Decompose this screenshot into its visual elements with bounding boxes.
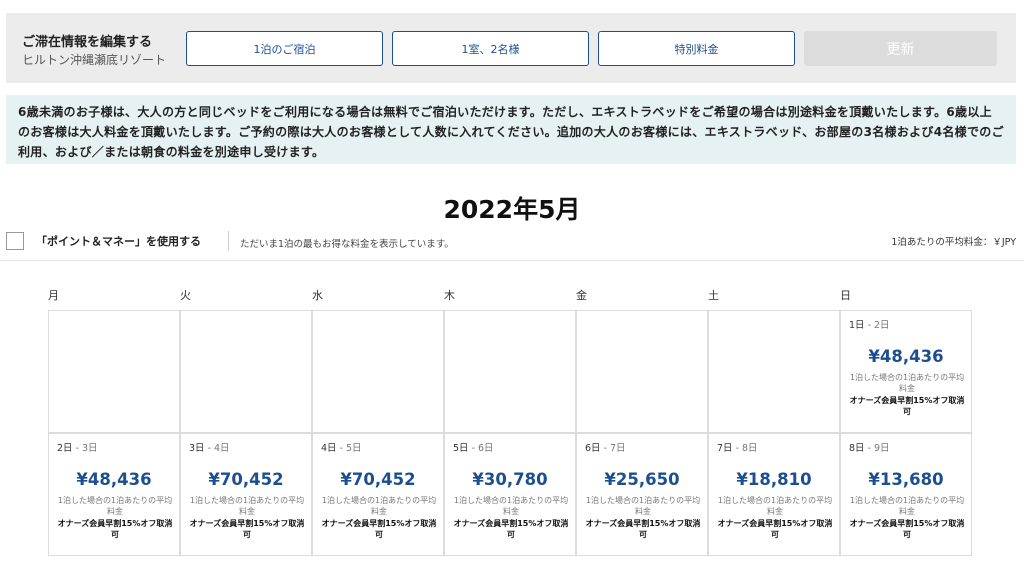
range-end-value: 4日 xyxy=(214,443,230,454)
rate-name: オナーズ会員早割15%オフ取消可 xyxy=(585,519,701,539)
date-range: 8日 - 9日 xyxy=(849,440,890,454)
date-range: 4日 - 5日 xyxy=(321,440,362,454)
date-range: 5日 - 6日 xyxy=(453,440,494,454)
day-cell-7[interactable]: 7日 - 8日 ¥18,810 1泊した場合の1泊あたりの平均料金 オナーズ会員… xyxy=(708,433,840,556)
price-note: 1泊した場合の1泊あたりの平均料金 xyxy=(57,496,173,516)
range-end-value: 5日 xyxy=(346,443,362,454)
day-cell-6[interactable]: 6日 - 7日 ¥25,650 1泊した場合の1泊あたりの平均料金 オナーズ会員… xyxy=(576,433,708,556)
price-note: 1泊した場合の1泊あたりの平均料金 xyxy=(453,496,569,516)
rate-name: オナーズ会員早割15%オフ取消可 xyxy=(189,519,305,539)
points-money-row: 「ポイント＆マネー」を使用する ただいま1泊の最もお得な料金を表示しています。 … xyxy=(0,229,1024,261)
range-end: - 6日 xyxy=(468,443,494,454)
range-end: - 5日 xyxy=(336,443,362,454)
range-end-value: 9日 xyxy=(874,443,890,454)
price-note: 1泊した場合の1泊あたりの平均料金 xyxy=(189,496,305,516)
price-note: 1泊した場合の1泊あたりの平均料金 xyxy=(849,496,965,516)
day-cell-5[interactable]: 5日 - 6日 ¥30,780 1泊した場合の1泊あたりの平均料金 オナーズ会員… xyxy=(444,433,576,556)
date-range: 2日 - 3日 xyxy=(57,440,98,454)
day-cell-4[interactable]: 4日 - 5日 ¥70,452 1泊した場合の1泊あたりの平均料金 オナーズ会員… xyxy=(312,433,444,556)
month-title: 2022年5月 xyxy=(443,195,581,224)
average-rate-note: 1泊あたりの平均料金：￥JPY xyxy=(891,237,1016,248)
empty-cell xyxy=(576,310,708,433)
range-start: 4日 xyxy=(321,443,337,454)
empty-cell xyxy=(48,310,180,433)
stay-edit-bar: ご滞在情報を編集する ヒルトン沖縄瀬底リゾート 1泊のご宿泊 1室、2名様 特別… xyxy=(6,13,1016,83)
range-start: 2日 xyxy=(57,443,73,454)
rooms-guests-button[interactable]: 1室、2名様 xyxy=(392,31,589,66)
edit-stay-title: ご滞在情報を編集する xyxy=(22,35,153,50)
rate-name: オナーズ会員早割15%オフ取消可 xyxy=(321,519,437,539)
divider xyxy=(228,231,229,251)
weekday-tue: 火 xyxy=(180,289,191,302)
range-start: 8日 xyxy=(849,443,865,454)
range-end-value: 6日 xyxy=(478,443,494,454)
lowest-rate-description: ただいま1泊の最もお得な料金を表示しています。 xyxy=(240,239,454,250)
empty-cell xyxy=(708,310,840,433)
hotel-name: ヒルトン沖縄瀬底リゾート xyxy=(22,53,167,67)
date-range: 1日 - 2日 xyxy=(849,317,890,331)
child-policy-notice: 6歳未満のお子様は、大人の方と同じベッドをご利用になる場合は無料でご宿泊いただけ… xyxy=(6,95,1016,164)
date-range: 7日 - 8日 xyxy=(717,440,758,454)
points-money-label[interactable]: 「ポイント＆マネー」を使用する xyxy=(36,233,201,249)
points-money-checkbox[interactable] xyxy=(6,232,24,250)
special-rate-button[interactable]: 特別料金 xyxy=(598,31,795,66)
rate-name: オナーズ会員早割15%オフ取消可 xyxy=(453,519,569,539)
rate-name: オナーズ会員早割15%オフ取消可 xyxy=(717,519,833,539)
day-cell-2[interactable]: 2日 - 3日 ¥48,436 1泊した場合の1泊あたりの平均料金 オナーズ会員… xyxy=(48,433,180,556)
nightly-price: ¥25,650 xyxy=(604,470,680,489)
nightly-price: ¥30,780 xyxy=(472,470,548,489)
range-end: - 2日 xyxy=(864,320,890,331)
nightly-price: ¥70,452 xyxy=(208,470,284,489)
range-start: 1日 xyxy=(849,320,865,331)
nights-button[interactable]: 1泊のご宿泊 xyxy=(186,31,383,66)
rate-name: オナーズ会員早割15%オフ取消可 xyxy=(57,519,173,539)
range-end-value: 3日 xyxy=(82,443,98,454)
price-note: 1泊した場合の1泊あたりの平均料金 xyxy=(717,496,833,516)
nightly-price: ¥13,680 xyxy=(868,470,944,489)
day-cell-1[interactable]: 1日 - 2日 ¥48,436 1泊した場合の1泊あたりの平均料金 オナーズ会員… xyxy=(840,310,972,433)
weekday-sat: 土 xyxy=(708,289,719,302)
range-end-value: 8日 xyxy=(742,443,758,454)
range-end: - 8日 xyxy=(732,443,758,454)
weekday-mon: 月 xyxy=(48,289,59,302)
empty-cell xyxy=(312,310,444,433)
price-note: 1泊した場合の1泊あたりの平均料金 xyxy=(585,496,701,516)
empty-cell xyxy=(444,310,576,433)
range-end: - 3日 xyxy=(72,443,98,454)
weekday-wed: 水 xyxy=(312,289,323,302)
nightly-price: ¥48,436 xyxy=(868,347,944,366)
range-end: - 4日 xyxy=(204,443,230,454)
nightly-price: ¥18,810 xyxy=(736,470,812,489)
range-end: - 7日 xyxy=(600,443,626,454)
nightly-price: ¥70,452 xyxy=(340,470,416,489)
update-button[interactable]: 更新 xyxy=(804,31,997,66)
range-start: 7日 xyxy=(717,443,733,454)
rate-name: オナーズ会員早割15%オフ取消可 xyxy=(849,519,965,539)
range-end-value: 7日 xyxy=(610,443,626,454)
range-end-value: 2日 xyxy=(874,320,890,331)
date-range: 3日 - 4日 xyxy=(189,440,230,454)
range-start: 5日 xyxy=(453,443,469,454)
rate-name: オナーズ会員早割15%オフ取消可 xyxy=(849,396,965,416)
nightly-price: ¥48,436 xyxy=(76,470,152,489)
date-range: 6日 - 7日 xyxy=(585,440,626,454)
range-start: 3日 xyxy=(189,443,205,454)
day-cell-3[interactable]: 3日 - 4日 ¥70,452 1泊した場合の1泊あたりの平均料金 オナーズ会員… xyxy=(180,433,312,556)
range-end: - 9日 xyxy=(864,443,890,454)
range-start: 6日 xyxy=(585,443,601,454)
weekday-thu: 木 xyxy=(444,289,455,302)
price-note: 1泊した場合の1泊あたりの平均料金 xyxy=(321,496,437,516)
day-cell-8[interactable]: 8日 - 9日 ¥13,680 1泊した場合の1泊あたりの平均料金 オナーズ会員… xyxy=(840,433,972,556)
price-note: 1泊した場合の1泊あたりの平均料金 xyxy=(849,373,965,393)
weekday-sun: 日 xyxy=(840,289,851,302)
weekday-fri: 金 xyxy=(576,289,587,302)
empty-cell xyxy=(180,310,312,433)
